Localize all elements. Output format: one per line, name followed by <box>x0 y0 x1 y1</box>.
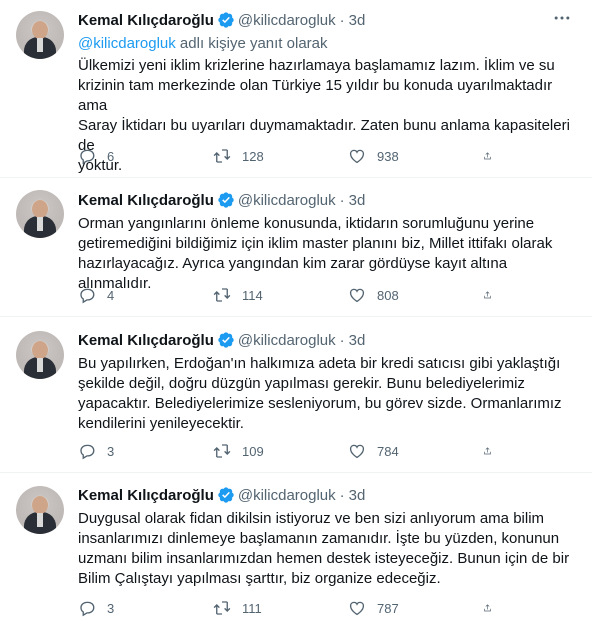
like-button[interactable]: 938 <box>348 147 483 165</box>
avatar[interactable] <box>16 11 64 59</box>
share-button[interactable] <box>483 147 503 165</box>
reply-button[interactable]: 4 <box>78 286 213 304</box>
author-name[interactable]: Kemal Kılıçdaroğlu <box>78 192 214 209</box>
verified-badge-icon <box>218 192 234 208</box>
retweet-icon <box>213 149 231 163</box>
avatar[interactable] <box>16 190 64 238</box>
timestamp[interactable]: 3d <box>349 12 366 29</box>
like-button[interactable]: 787 <box>348 599 483 617</box>
reply-icon <box>80 149 95 165</box>
verified-badge-icon <box>218 487 234 503</box>
retweet-count: 109 <box>242 443 264 459</box>
author-handle[interactable]: @kilicdarogluk <box>238 487 336 504</box>
like-icon <box>349 601 365 616</box>
reply-handle-link[interactable]: @kilicdarogluk <box>78 35 176 52</box>
tweet-actions: 6 128 938 <box>78 146 503 166</box>
tweet-text: Bu yapılırken, Erdoğan'ın halkımıza adet… <box>78 355 562 432</box>
tweet-header: Kemal Kılıçdaroğlu @kilicdarogluk · 3d <box>78 191 366 209</box>
more-icon[interactable] <box>552 8 572 28</box>
reply-context: @kilicdarogluk adlı kişiye yanıt olarak <box>78 35 328 52</box>
tweet-actions: 4 114 808 <box>78 285 503 305</box>
share-icon <box>484 291 491 299</box>
timestamp[interactable]: 3d <box>349 192 366 209</box>
like-count: 808 <box>377 287 399 303</box>
share-button[interactable] <box>483 442 503 460</box>
retweet-icon <box>213 601 231 615</box>
share-icon <box>484 604 491 612</box>
divider <box>0 472 592 473</box>
retweet-icon <box>213 288 231 302</box>
reply-count: 4 <box>107 287 115 303</box>
tweet-actions: 3 109 784 <box>78 441 503 461</box>
share-icon <box>484 447 491 455</box>
share-button[interactable] <box>483 599 503 617</box>
avatar[interactable] <box>16 486 64 534</box>
author-name[interactable]: Kemal Kılıçdaroğlu <box>78 332 214 349</box>
like-button[interactable]: 784 <box>348 442 483 460</box>
reply-button[interactable]: 3 <box>78 599 213 617</box>
author-name[interactable]: Kemal Kılıçdaroğlu <box>78 487 214 504</box>
reply-icon <box>80 601 95 617</box>
retweet-button[interactable]: 114 <box>213 286 348 304</box>
like-count: 787 <box>377 600 399 616</box>
like-count: 938 <box>377 148 399 164</box>
tweet-header: Kemal Kılıçdaroğlu @kilicdarogluk · 3d <box>78 11 366 29</box>
like-icon <box>349 149 365 164</box>
timestamp[interactable]: 3d <box>349 332 366 349</box>
tweet-header: Kemal Kılıçdaroğlu @kilicdarogluk · 3d <box>78 331 366 349</box>
verified-badge-icon <box>218 12 234 28</box>
retweet-button[interactable]: 111 <box>213 599 348 617</box>
retweet-count: 114 <box>242 287 263 303</box>
divider <box>0 316 592 317</box>
reply-count: 3 <box>107 443 115 459</box>
tweet-text: Duygusal olarak fidan dikilsin istiyoruz… <box>78 510 570 587</box>
share-button[interactable] <box>483 286 503 304</box>
like-icon <box>349 288 365 303</box>
reply-count: 6 <box>107 148 115 164</box>
like-count: 784 <box>377 443 399 459</box>
author-handle[interactable]: @kilicdarogluk <box>238 192 336 209</box>
retweet-button[interactable]: 109 <box>213 442 348 460</box>
author-name[interactable]: Kemal Kılıçdaroğlu <box>78 12 214 29</box>
tweet-text: Orman yangınlarını önleme konusunda, ikt… <box>78 215 553 292</box>
reply-button[interactable]: 6 <box>78 147 213 165</box>
retweet-icon <box>213 444 231 458</box>
reply-button[interactable]: 3 <box>78 442 213 460</box>
tweet-header: Kemal Kılıçdaroğlu @kilicdarogluk · 3d <box>78 486 366 504</box>
author-handle[interactable]: @kilicdarogluk <box>238 12 336 29</box>
reply-icon <box>80 444 95 460</box>
tweet-actions: 3 111 787 <box>78 598 503 618</box>
retweet-count: 128 <box>242 148 264 164</box>
reply-count: 3 <box>107 600 115 616</box>
like-icon <box>349 444 365 459</box>
like-button[interactable]: 808 <box>348 286 483 304</box>
timestamp[interactable]: 3d <box>349 487 366 504</box>
verified-badge-icon <box>218 332 234 348</box>
share-icon <box>484 152 491 160</box>
reply-icon <box>80 288 95 304</box>
divider <box>0 177 592 178</box>
retweet-button[interactable]: 128 <box>213 147 348 165</box>
retweet-count: 111 <box>242 600 262 616</box>
avatar[interactable] <box>16 331 64 379</box>
author-handle[interactable]: @kilicdarogluk <box>238 332 336 349</box>
